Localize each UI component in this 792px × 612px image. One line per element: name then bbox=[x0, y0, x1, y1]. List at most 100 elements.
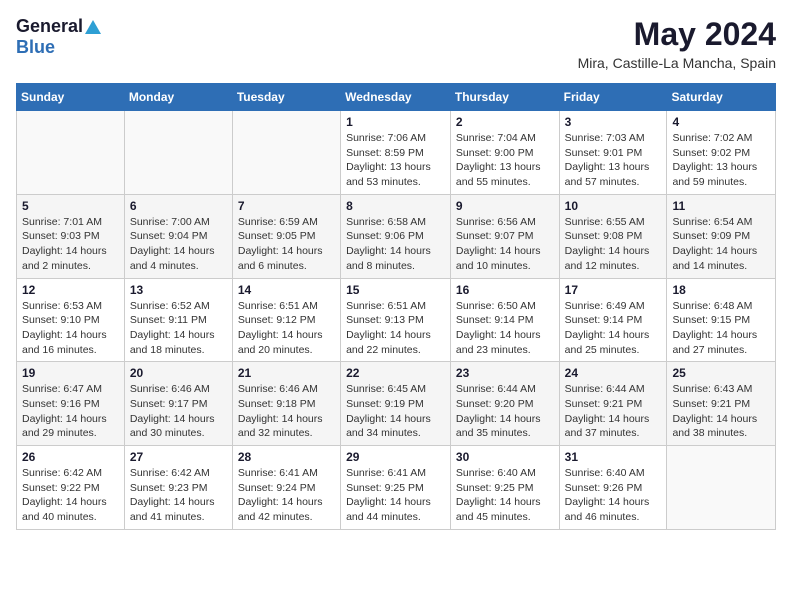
logo-general-text: General bbox=[16, 16, 83, 37]
calendar-cell: 23 Sunrise: 6:44 AM Sunset: 9:20 PM Dayli… bbox=[450, 362, 559, 446]
day-info: Sunrise: 6:41 AM Sunset: 9:24 PM Dayligh… bbox=[238, 466, 335, 525]
day-info: Sunrise: 6:41 AM Sunset: 9:25 PM Dayligh… bbox=[346, 466, 445, 525]
calendar-cell: 2Sunrise: 7:04 AM Sunset: 9:00 PM Daylig… bbox=[450, 111, 559, 195]
day-info: Sunrise: 6:46 AM Sunset: 9:17 PM Dayligh… bbox=[130, 382, 227, 441]
day-number: 13 bbox=[130, 283, 227, 297]
day-number: 5 bbox=[22, 199, 119, 213]
day-number: 16 bbox=[456, 283, 554, 297]
day-number: 27 bbox=[130, 450, 227, 464]
calendar-cell: 22Sunrise: 6:45 AM Sunset: 9:19 PM Dayli… bbox=[341, 362, 451, 446]
day-number: 20 bbox=[130, 366, 227, 380]
calendar-cell: 27 Sunrise: 6:42 AM Sunset: 9:23 PM Dayli… bbox=[124, 446, 232, 530]
day-number: 24 bbox=[565, 366, 662, 380]
calendar-cell: 14 Sunrise: 6:51 AM Sunset: 9:12 PM Dayli… bbox=[232, 278, 340, 362]
calendar-body: 1 Sunrise: 7:06 AM Sunset: 8:59 PM Daylig… bbox=[17, 111, 776, 530]
calendar-cell: 19 Sunrise: 6:47 AM Sunset: 9:16 PM Dayli… bbox=[17, 362, 125, 446]
day-number: 21 bbox=[238, 366, 335, 380]
logo-triangle-icon bbox=[85, 20, 101, 34]
calendar-week-2: 5 Sunrise: 7:01 AM Sunset: 9:03 PM Daylig… bbox=[17, 194, 776, 278]
calendar-cell: 20 Sunrise: 6:46 AM Sunset: 9:17 PM Dayli… bbox=[124, 362, 232, 446]
day-info: Sunrise: 6:50 AM Sunset: 9:14 PM Dayligh… bbox=[456, 299, 554, 358]
header-tuesday: Tuesday bbox=[232, 84, 340, 111]
day-info: Sunrise: 6:46 AM Sunset: 9:18 PM Dayligh… bbox=[238, 382, 335, 441]
day-info: Sunrise: 6:51 AM Sunset: 9:13 PM Dayligh… bbox=[346, 299, 445, 358]
day-info: Sunrise: 6:52 AM Sunset: 9:11 PM Dayligh… bbox=[130, 299, 227, 358]
day-number: 14 bbox=[238, 283, 335, 297]
day-info: Sunrise: 6:43 AM Sunset: 9:21 PM Dayligh… bbox=[672, 382, 770, 441]
logo-blue-text: Blue bbox=[16, 37, 55, 58]
day-number: 9 bbox=[456, 199, 554, 213]
header-sunday: Sunday bbox=[17, 84, 125, 111]
calendar-cell: 10 Sunrise: 6:55 AM Sunset: 9:08 PM Dayli… bbox=[559, 194, 667, 278]
calendar-week-4: 19 Sunrise: 6:47 AM Sunset: 9:16 PM Dayli… bbox=[17, 362, 776, 446]
calendar-cell: 30 Sunrise: 6:40 AM Sunset: 9:25 PM Dayli… bbox=[450, 446, 559, 530]
day-number: 11 bbox=[672, 199, 770, 213]
day-number: 1 bbox=[346, 115, 445, 129]
calendar-cell: 3Sunrise: 7:03 AM Sunset: 9:01 PM Daylig… bbox=[559, 111, 667, 195]
day-info: Sunrise: 6:40 AM Sunset: 9:25 PM Dayligh… bbox=[456, 466, 554, 525]
day-info: Sunrise: 6:40 AM Sunset: 9:26 PM Dayligh… bbox=[565, 466, 662, 525]
day-info: Sunrise: 6:47 AM Sunset: 9:16 PM Dayligh… bbox=[22, 382, 119, 441]
logo: General Blue bbox=[16, 16, 101, 58]
calendar-cell bbox=[124, 111, 232, 195]
day-number: 22 bbox=[346, 366, 445, 380]
calendar-cell: 21 Sunrise: 6:46 AM Sunset: 9:18 PM Dayli… bbox=[232, 362, 340, 446]
calendar-cell bbox=[232, 111, 340, 195]
day-info: Sunrise: 7:01 AM Sunset: 9:03 PM Dayligh… bbox=[22, 215, 119, 274]
day-info: Sunrise: 6:49 AM Sunset: 9:14 PM Dayligh… bbox=[565, 299, 662, 358]
day-number: 6 bbox=[130, 199, 227, 213]
calendar-cell: 28 Sunrise: 6:41 AM Sunset: 9:24 PM Dayli… bbox=[232, 446, 340, 530]
calendar-cell: 25 Sunrise: 6:43 AM Sunset: 9:21 PM Dayli… bbox=[667, 362, 776, 446]
day-info: Sunrise: 6:51 AM Sunset: 9:12 PM Dayligh… bbox=[238, 299, 335, 358]
header-saturday: Saturday bbox=[667, 84, 776, 111]
calendar-week-3: 12Sunrise: 6:53 AM Sunset: 9:10 PM Dayli… bbox=[17, 278, 776, 362]
day-number: 15 bbox=[346, 283, 445, 297]
calendar-cell: 1 Sunrise: 7:06 AM Sunset: 8:59 PM Daylig… bbox=[341, 111, 451, 195]
day-number: 7 bbox=[238, 199, 335, 213]
calendar-cell: 4Sunrise: 7:02 AM Sunset: 9:02 PM Daylig… bbox=[667, 111, 776, 195]
calendar-cell: 12Sunrise: 6:53 AM Sunset: 9:10 PM Dayli… bbox=[17, 278, 125, 362]
calendar-cell bbox=[17, 111, 125, 195]
location-subtitle: Mira, Castille-La Mancha, Spain bbox=[578, 55, 776, 71]
day-info: Sunrise: 6:42 AM Sunset: 9:22 PM Dayligh… bbox=[22, 466, 119, 525]
calendar-cell bbox=[667, 446, 776, 530]
calendar-cell: 11 Sunrise: 6:54 AM Sunset: 9:09 PM Dayli… bbox=[667, 194, 776, 278]
calendar-table: SundayMondayTuesdayWednesdayThursdayFrid… bbox=[16, 83, 776, 530]
day-number: 10 bbox=[565, 199, 662, 213]
title-section: May 2024 Mira, Castille-La Mancha, Spain bbox=[578, 16, 776, 71]
calendar-week-1: 1 Sunrise: 7:06 AM Sunset: 8:59 PM Daylig… bbox=[17, 111, 776, 195]
day-number: 4 bbox=[672, 115, 770, 129]
calendar-cell: 17 Sunrise: 6:49 AM Sunset: 9:14 PM Dayli… bbox=[559, 278, 667, 362]
day-info: Sunrise: 7:06 AM Sunset: 8:59 PM Dayligh… bbox=[346, 131, 445, 190]
day-number: 30 bbox=[456, 450, 554, 464]
calendar-cell: 7Sunrise: 6:59 AM Sunset: 9:05 PM Daylig… bbox=[232, 194, 340, 278]
day-info: Sunrise: 6:54 AM Sunset: 9:09 PM Dayligh… bbox=[672, 215, 770, 274]
header-friday: Friday bbox=[559, 84, 667, 111]
calendar-cell: 5 Sunrise: 7:01 AM Sunset: 9:03 PM Daylig… bbox=[17, 194, 125, 278]
calendar-week-5: 26Sunrise: 6:42 AM Sunset: 9:22 PM Dayli… bbox=[17, 446, 776, 530]
day-info: Sunrise: 6:48 AM Sunset: 9:15 PM Dayligh… bbox=[672, 299, 770, 358]
day-info: Sunrise: 6:42 AM Sunset: 9:23 PM Dayligh… bbox=[130, 466, 227, 525]
day-info: Sunrise: 7:00 AM Sunset: 9:04 PM Dayligh… bbox=[130, 215, 227, 274]
day-number: 19 bbox=[22, 366, 119, 380]
day-info: Sunrise: 6:44 AM Sunset: 9:21 PM Dayligh… bbox=[565, 382, 662, 441]
day-number: 28 bbox=[238, 450, 335, 464]
calendar-cell: 13 Sunrise: 6:52 AM Sunset: 9:11 PM Dayli… bbox=[124, 278, 232, 362]
day-info: Sunrise: 6:55 AM Sunset: 9:08 PM Dayligh… bbox=[565, 215, 662, 274]
day-info: Sunrise: 7:03 AM Sunset: 9:01 PM Dayligh… bbox=[565, 131, 662, 190]
day-info: Sunrise: 7:04 AM Sunset: 9:00 PM Dayligh… bbox=[456, 131, 554, 190]
day-number: 23 bbox=[456, 366, 554, 380]
calendar-cell: 16 Sunrise: 6:50 AM Sunset: 9:14 PM Dayli… bbox=[450, 278, 559, 362]
calendar-cell: 26Sunrise: 6:42 AM Sunset: 9:22 PM Dayli… bbox=[17, 446, 125, 530]
day-info: Sunrise: 6:58 AM Sunset: 9:06 PM Dayligh… bbox=[346, 215, 445, 274]
calendar-cell: 31Sunrise: 6:40 AM Sunset: 9:26 PM Dayli… bbox=[559, 446, 667, 530]
calendar-header-row: SundayMondayTuesdayWednesdayThursdayFrid… bbox=[17, 84, 776, 111]
day-number: 8 bbox=[346, 199, 445, 213]
day-number: 25 bbox=[672, 366, 770, 380]
day-number: 17 bbox=[565, 283, 662, 297]
month-year-title: May 2024 bbox=[578, 16, 776, 53]
day-number: 12 bbox=[22, 283, 119, 297]
day-info: Sunrise: 6:44 AM Sunset: 9:20 PM Dayligh… bbox=[456, 382, 554, 441]
calendar-cell: 9Sunrise: 6:56 AM Sunset: 9:07 PM Daylig… bbox=[450, 194, 559, 278]
header-monday: Monday bbox=[124, 84, 232, 111]
